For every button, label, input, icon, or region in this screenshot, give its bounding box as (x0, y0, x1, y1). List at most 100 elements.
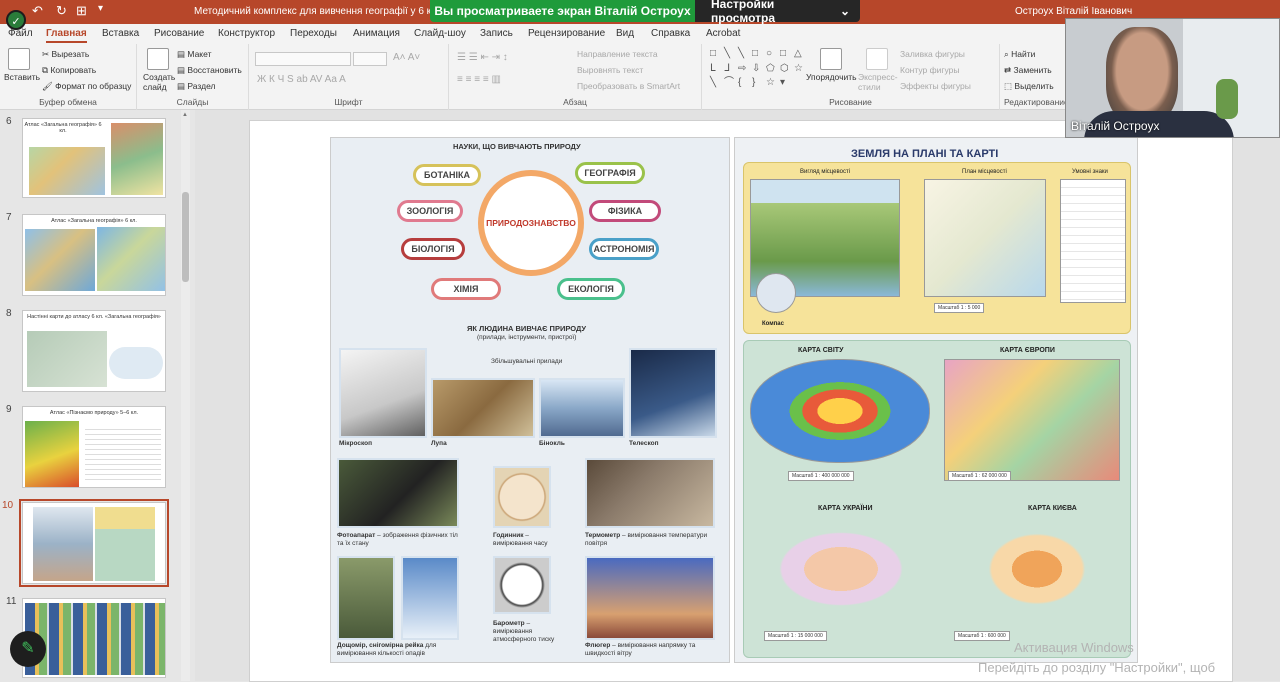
slide[interactable]: НАУКИ, ЩО ВИВЧАЮТЬ ПРИРОДУ ПРИРОДОЗНАВСТ… (249, 120, 1233, 682)
tab-home[interactable]: Главная (46, 28, 87, 43)
replace-button[interactable]: ⇄ Заменить (1004, 65, 1052, 76)
europe-map-title: КАРТА ЄВРОПИ (1000, 347, 1055, 354)
paste-button[interactable]: Вставить (4, 72, 40, 82)
tab-file[interactable]: Файл (8, 28, 33, 39)
tab-slideshow[interactable]: Слайд-шоу (414, 28, 466, 39)
participant-name: Віталій Остроух (1071, 119, 1160, 133)
section-icon: ▤ (177, 81, 188, 91)
tab-design[interactable]: Конструктор (218, 28, 275, 39)
tab-view[interactable]: Вид (616, 28, 634, 39)
tab-draw[interactable]: Рисование (154, 28, 204, 39)
font-size-input[interactable] (353, 52, 387, 66)
font-group: A˄ A˅ Ж К Ч S ab AV Aa A Шрифт (249, 44, 449, 110)
font-size-up-icon[interactable]: A˄ A˅ (393, 52, 420, 63)
activation-watermark-title: Активация Windows (1014, 640, 1134, 655)
science-zoology: ЗООЛОГІЯ (397, 200, 463, 222)
quick-styles-icon[interactable] (866, 48, 888, 70)
science-geography: ГЕОГРАФІЯ (575, 162, 645, 184)
text-direction-button[interactable]: Направление текста (577, 49, 658, 59)
shape-effects-button[interactable]: Эффекты фигуры (900, 81, 971, 91)
smartart-button[interactable]: Преобразовать в SmartArt (577, 81, 680, 91)
format-painter-button[interactable]: 🖌 Формат по образцу (42, 81, 131, 92)
snow-gauge-photo (401, 556, 459, 640)
slide-thumbnails-panel: 6 Атлас «Загальна географія» 6 кл. 7 Атл… (0, 110, 192, 681)
plan-map (924, 179, 1046, 297)
list-icons[interactable]: ☰ ☰ ⇤ ⇥ ↕ (457, 52, 508, 63)
world-map-title: КАРТА СВІТУ (798, 347, 844, 354)
plan-label: План місцевості (962, 169, 1007, 175)
redo-icon[interactable]: ↻ (56, 3, 67, 19)
arrange-button[interactable]: Упорядочить (806, 72, 857, 82)
section-button[interactable]: ▤ Раздел (177, 81, 216, 92)
tab-acrobat[interactable]: Acrobat (706, 28, 740, 39)
screen-share-banner: Вы просматриваете экран Віталій Остроух … (430, 0, 860, 25)
new-slide-button[interactable]: Создать слайд (143, 72, 175, 92)
thumbnails-scrollbar[interactable]: ▲ (181, 110, 190, 681)
drawing-group: □ ╲ ╲ □ ○ □ △ ᒪ ᒧ ⇨ ⇩ ⬠ ⬡ ☆ ╲ ⌒{} ☆ ▾ Упорядочить Экспр… (702, 44, 1000, 110)
paste-icon[interactable] (8, 48, 30, 70)
thermometer-photo (585, 458, 715, 528)
layout-button[interactable]: ▤ Макет (177, 49, 211, 60)
slides-group: Создать слайд ▤ Макет ▤ Восстановить ▤ Р… (137, 44, 249, 110)
new-slide-icon[interactable] (147, 48, 169, 70)
arrange-icon[interactable] (820, 48, 842, 70)
customize-toolbar-icon[interactable]: ▾ (98, 3, 103, 14)
drawing-label: Рисование (829, 97, 872, 107)
quick-styles-button[interactable]: Экспресс-стили (858, 72, 898, 92)
tab-animation[interactable]: Анимация (353, 28, 400, 39)
maps-panel: КАРТА СВІТУ Масштаб 1 : 400 000 000 КАРТ… (743, 340, 1131, 658)
font-name-input[interactable] (255, 52, 351, 66)
weathervane-photo (585, 556, 715, 640)
tab-record[interactable]: Запись (480, 28, 513, 39)
weathervane-caption: Флюгер – вимірювання напрямку та швидкос… (585, 642, 696, 657)
microscope-photo (339, 348, 427, 438)
font-format-icons[interactable]: Ж К Ч S ab AV Aa A (257, 74, 346, 85)
tab-insert[interactable]: Вставка (102, 28, 139, 39)
copy-button[interactable]: ⧉ Копировать (42, 65, 96, 76)
editing-label: Редактирование (1004, 97, 1069, 107)
scrollbar-thumb[interactable] (182, 192, 189, 282)
science-botany: БОТАНІКА (413, 164, 481, 186)
slides-label: Слайды (176, 97, 209, 107)
pen-icon[interactable]: ✎ (10, 631, 46, 667)
slide-number: 7 (6, 212, 12, 223)
viewing-message: Вы просматриваете экран Віталій Остроух (430, 0, 695, 22)
start-slideshow-icon[interactable]: ⊞ (76, 3, 87, 19)
find-button[interactable]: ⌕ Найти (1004, 49, 1035, 60)
sciences-heading: НАУКИ, ЩО ВИВЧАЮТЬ ПРИРОДУ (453, 142, 581, 151)
science-astronomy: АСТРОНОМІЯ (589, 238, 659, 260)
shield-icon: ✓ (6, 10, 26, 30)
cut-button[interactable]: ✂ Вырезать (42, 49, 89, 60)
view-options-label: Настройки просмотра (711, 0, 776, 25)
undo-icon[interactable]: ↶ (32, 3, 43, 19)
tab-help[interactable]: Справка (651, 28, 690, 39)
binoculars-photo (539, 378, 625, 438)
slide-title: Настінні карти до атласу 6 кл. «Загальна… (27, 314, 161, 320)
user-name[interactable]: Остроух Віталій Іванович (1015, 6, 1132, 17)
camera-caption: Фотоапарат – зображення фізичних тіл та … (337, 532, 458, 547)
barometer-caption: Барометр – вимірювання атмосферного тиск… (493, 620, 555, 643)
shape-fill-button[interactable]: Заливка фигуры (900, 49, 965, 59)
methods-heading: ЯК ЛЮДИНА ВИВЧАЄ ПРИРОДУ (467, 324, 587, 333)
editing-group: ⌕ Найти ⇄ Заменить ⬚ Выделить Редактиров… (1000, 44, 1069, 110)
slide-preview: Атлас «Пізнаємо природу» 5–6 кл. (22, 406, 166, 488)
reset-button[interactable]: ▤ Восстановить (177, 65, 242, 76)
scroll-up-icon[interactable]: ▲ (182, 112, 188, 118)
thermometer-caption: Термометр – вимірювання температури пові… (585, 532, 708, 547)
participant-video[interactable]: Віталій Остроух (1065, 18, 1280, 138)
view-options-button[interactable]: Настройки просмотра ⌄ (695, 0, 860, 25)
tab-review[interactable]: Рецензирование (528, 28, 605, 39)
shapes-gallery[interactable]: □ ╲ ╲ □ ○ □ △ ᒪ ᒧ ⇨ ⇩ ⬠ ⬡ ☆ ╲ ⌒{} ☆ ▾ (710, 48, 803, 90)
world-scale: Масштаб 1 : 400 000 000 (788, 471, 854, 481)
shape-outline-button[interactable]: Контур фигуры (900, 65, 959, 75)
align-icons[interactable]: ≡ ≡ ≡ ≡ ▥ (457, 74, 501, 85)
slide-canvas: НАУКИ, ЩО ВИВЧАЮТЬ ПРИРОДУ ПРИРОДОЗНАВСТ… (195, 110, 1280, 682)
loupe-photo (431, 378, 535, 438)
chevron-down-icon: ⌄ (839, 4, 850, 18)
tab-transitions[interactable]: Переходы (290, 28, 337, 39)
select-button[interactable]: ⬚ Выделить (1004, 81, 1054, 92)
telescope-photo (629, 348, 717, 438)
align-text-button[interactable]: Выровнять текст (577, 65, 643, 75)
terrain-view-label: Вигляд місцевості (800, 169, 851, 175)
plan-scale: Масштаб 1 : 5 000 (934, 303, 985, 313)
